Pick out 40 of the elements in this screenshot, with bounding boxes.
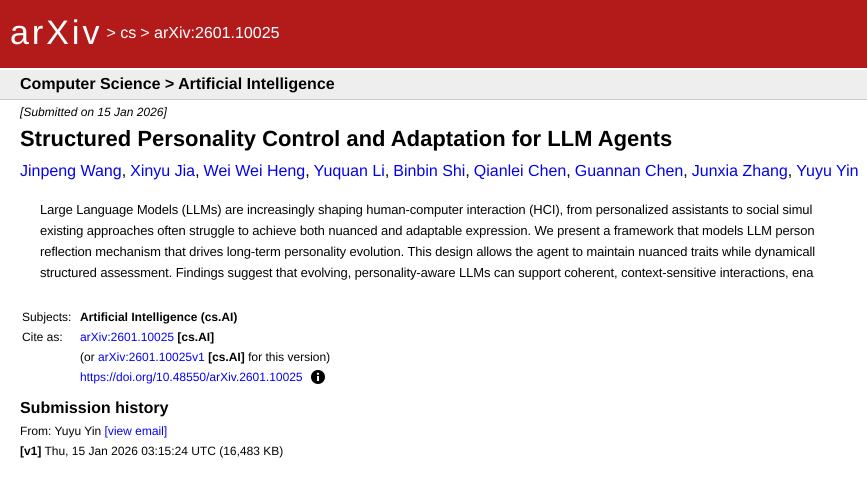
separator: ,: [566, 163, 571, 180]
abstract-line: existing approaches often struggle to achieve both nuanced and adaptable expression. We present a framework that models LLM person: [40, 222, 816, 240]
section-heading: Submission history: [20, 399, 170, 419]
author-link[interactable]: Binbin Shi: [393, 163, 466, 180]
author-link[interactable]: Junxia Zhang: [692, 163, 788, 180]
abstract-line: structured assessment. Findings suggest that evolving, personality-aware LLMs can support coherent, context-sensitive interactions, ena: [40, 264, 814, 282]
link[interactable]: arXiv:2601.10025: [80, 330, 174, 344]
version-entry: [v1] Thu, 15 Jan 2026 03:15:24 UTC (16,483 KB): [20, 443, 284, 460]
author-link[interactable]: Xinyu Jia: [130, 163, 196, 180]
separator: ,: [683, 163, 688, 180]
metadata-value: Artificial Intelligence (cs.AI): [80, 309, 238, 326]
submitter-line: From: Yuyu Yin [view email]: [20, 423, 168, 440]
category-heading: Computer Science > Artificial Intelligence: [20, 74, 335, 94]
metadata-value: arXiv:2601.10025 [cs.AI]: [80, 329, 214, 346]
author-link[interactable]: Guannan Chen: [574, 163, 684, 180]
separator: ,: [195, 163, 200, 180]
metadata-label: Subjects:: [22, 309, 72, 326]
metadata-value: (or arXiv:2601.10025v1 [cs.AI] for this version): [80, 349, 330, 366]
separator: ,: [788, 163, 792, 180]
separator: ,: [305, 163, 310, 180]
paper-title: Structured Personality Control and Adaptation for LLM Agents: [20, 125, 674, 153]
author-link[interactable]: Jinpeng Wang: [20, 163, 122, 180]
separator: ,: [122, 163, 126, 180]
abstract-line: Large Language Models (LLMs) are increasingly shaping human-computer interaction (HCI), from personalized assistants to social simul: [40, 201, 814, 219]
link[interactable]: arXiv:2601.10025v1: [98, 350, 205, 364]
separator: ,: [384, 163, 390, 180]
author-link[interactable]: Yuyu Yin: [796, 163, 859, 180]
breadcrumb-link[interactable]: > arXiv:2601.10025: [140, 22, 280, 46]
breadcrumb-link[interactable]: > cs: [106, 22, 136, 46]
metadata-label: Cite as:: [22, 329, 64, 346]
separator: ,: [465, 163, 470, 180]
abstract-line: reflection mechanism that drives long-term personality evolution. This design allows the agent to maintain nuanced traits while dynamicall: [40, 243, 816, 261]
info-icon[interactable]: [310, 370, 325, 384]
author-link[interactable]: Wei Wei Heng: [204, 163, 306, 180]
author-link[interactable]: Qianlei Chen: [474, 163, 566, 180]
logo[interactable]: arXiv: [10, 16, 102, 50]
author-link[interactable]: Yuquan Li: [314, 163, 385, 180]
view-email-link[interactable]: [view email]: [104, 424, 168, 438]
submitted-date: [Submitted on 15 Jan 2026]: [20, 104, 168, 120]
link[interactable]: https://doi.org/10.48550/arXiv.2601.10025: [80, 367, 303, 387]
